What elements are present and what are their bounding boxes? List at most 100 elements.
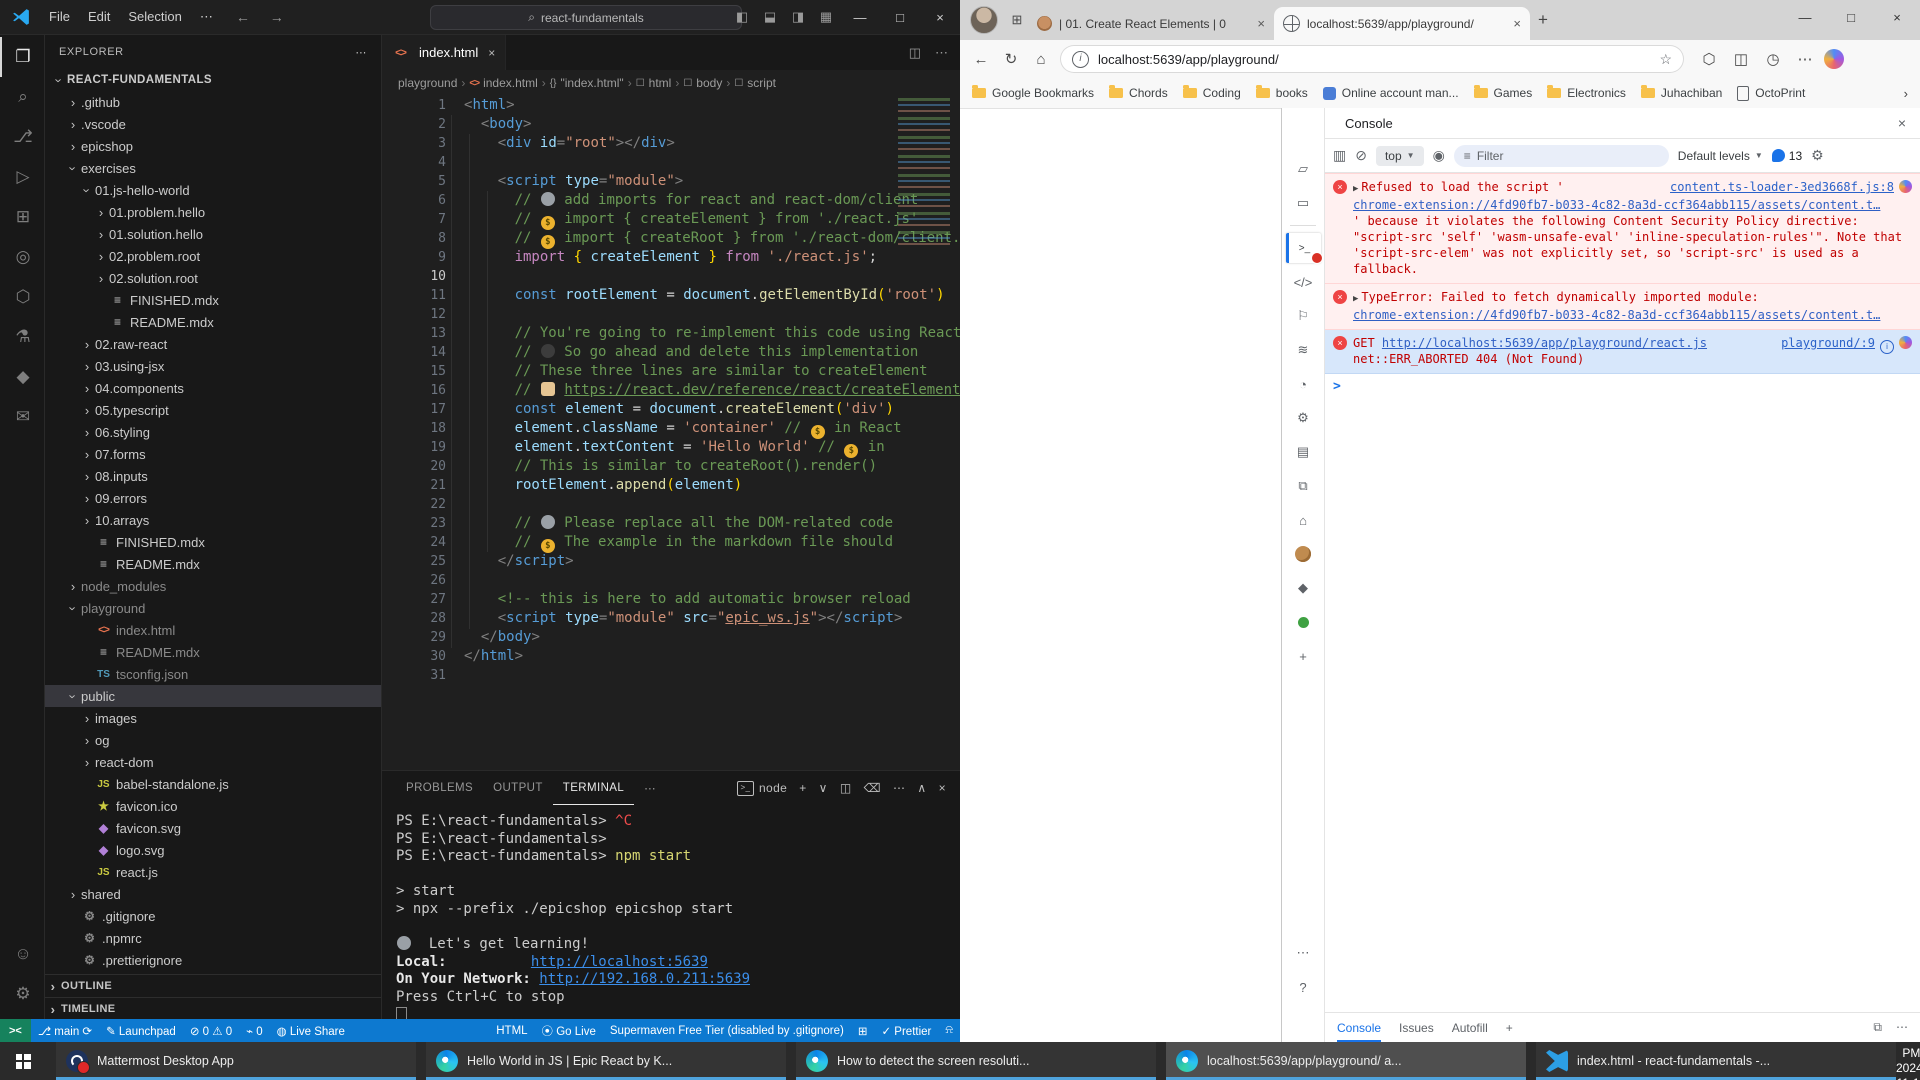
tree-item-05-typescript[interactable]: ›05.typescript xyxy=(45,399,381,421)
debugger-icon[interactable]: ⚐ xyxy=(1287,301,1319,331)
prettier-status[interactable]: ✓ Prettier xyxy=(874,1024,938,1038)
tree-item-readme-mdx[interactable]: ≡README.mdx xyxy=(45,311,381,333)
bookmark-chords[interactable]: Chords xyxy=(1109,86,1168,101)
tree-item-10-arrays[interactable]: ›10.arrays xyxy=(45,509,381,531)
tree-item-og[interactable]: ›og xyxy=(45,729,381,751)
address-bar[interactable]: i localhost:5639/app/playground/ ☆ xyxy=(1060,45,1684,73)
breadcrumb-body[interactable]: body xyxy=(696,76,722,90)
taskbar-button-localhost-5639-app-playground-a[interactable]: localhost:5639/app/playground/ a... xyxy=(1166,1042,1526,1080)
console-sidebar-icon[interactable]: ▥ xyxy=(1333,147,1346,164)
bookmark-online-account-man[interactable]: Online account man... xyxy=(1323,86,1459,101)
taskbar-clock[interactable]: 2:02 PM 2024-11-14 xyxy=(1896,1031,1920,1080)
maximize-button[interactable]: □ xyxy=(880,0,920,34)
message-link[interactable]: chrome-extension://4fd90fb7-b033-4c82-8a… xyxy=(1353,198,1880,212)
tree-item-02-solution-root[interactable]: ›02.solution.root xyxy=(45,267,381,289)
bookmark-google-bookmarks[interactable]: Google Bookmarks xyxy=(972,86,1094,101)
language-mode[interactable]: HTML xyxy=(489,1025,534,1037)
tree-item-react-fundamentals[interactable]: ›REACT-FUNDAMENTALS xyxy=(45,69,381,91)
new-terminal-icon[interactable]: + xyxy=(799,781,806,795)
close-panel-icon[interactable]: × xyxy=(939,781,946,795)
copilot-explain-icon[interactable] xyxy=(1899,336,1912,349)
bookmark-books[interactable]: books xyxy=(1256,86,1308,101)
kill-terminal-icon[interactable]: ⌫ xyxy=(864,781,881,795)
testing-icon[interactable]: ⚗ xyxy=(0,317,44,357)
console-filter-input[interactable]: ≡ Filter xyxy=(1454,145,1669,167)
tree-item-favicon-ico[interactable]: ★favicon.ico xyxy=(45,795,381,817)
console-message-2[interactable]: ×▶TypeError: Failed to fetch dynamically… xyxy=(1325,284,1920,330)
editor-more-icon[interactable]: ⋯ xyxy=(935,45,948,61)
settings-icon[interactable]: ⚙ xyxy=(1287,403,1319,433)
terminal-output[interactable]: PS E:\react-fundamentals> ^CPS E:\react-… xyxy=(382,805,960,1020)
tree-item-favicon-svg[interactable]: ◆favicon.svg xyxy=(45,817,381,839)
tree-item-01-js-hello-world[interactable]: ›01.js-hello-world xyxy=(45,179,381,201)
history-icon[interactable]: ◷ xyxy=(1758,50,1788,68)
bookmark-games[interactable]: Games xyxy=(1474,86,1533,101)
address-url[interactable]: localhost:5639/app/playground/ xyxy=(1098,52,1659,67)
toggle-sidebar-icon[interactable]: ⬓ xyxy=(756,9,784,25)
browser-tab-01-create-react-elements-0[interactable]: | 01. Create React Elements | 0× xyxy=(1028,7,1274,40)
bookmark-electronics[interactable]: Electronics xyxy=(1547,86,1626,101)
tree-item-images[interactable]: ›images xyxy=(45,707,381,729)
issues-counter[interactable]: 13 xyxy=(1772,149,1802,163)
command-center-search[interactable]: ⌕ react-fundamentals xyxy=(430,5,742,30)
split-editor-icon[interactable]: ◫ xyxy=(909,45,921,61)
tree-item-06-styling[interactable]: ›06.styling xyxy=(45,421,381,443)
clear-console-icon[interactable]: ⊘ xyxy=(1355,147,1367,164)
more-menu-icon[interactable]: ⋯ xyxy=(1790,50,1820,68)
extension-icon[interactable]: ◆ xyxy=(1287,573,1319,603)
tree-item-02-problem-root[interactable]: ›02.problem.root xyxy=(45,245,381,267)
go-live-status[interactable]: ⦿ Go Live xyxy=(535,1023,603,1039)
tree-item-react-js[interactable]: JSreact.js xyxy=(45,861,381,883)
console-panel-icon[interactable]: >_ xyxy=(1286,233,1321,263)
console-message-3[interactable]: ×playground/:9iGET http://localhost:5639… xyxy=(1325,330,1920,374)
tree-item-01-solution-hello[interactable]: ›01.solution.hello xyxy=(45,223,381,245)
panel-tab-output[interactable]: OUTPUT xyxy=(483,771,553,805)
bookmark-juhachiban[interactable]: Juhachiban xyxy=(1641,86,1722,101)
epicshop-icon[interactable]: ◆ xyxy=(0,357,44,397)
menu-[interactable]: ⋯ xyxy=(191,9,222,25)
taskbar-button-index-html-react-fundamentals[interactable]: index.html - react-fundamentals -... xyxy=(1536,1042,1896,1080)
devtools-close-icon[interactable]: × xyxy=(1898,115,1906,131)
tree-item-epicshop[interactable]: ›epicshop xyxy=(45,135,381,157)
tree-item-readme-mdx[interactable]: ≡README.mdx xyxy=(45,553,381,575)
log-levels-selector[interactable]: Default levels ▼ xyxy=(1678,149,1763,163)
source-link[interactable]: content.ts-loader-3ed3668f.js:8 xyxy=(1670,179,1912,195)
layers-icon[interactable]: ⧉ xyxy=(1287,471,1319,501)
site-info-icon[interactable]: i xyxy=(1072,51,1089,68)
performance-panel-icon[interactable]: ◔ xyxy=(1287,369,1319,399)
network-pan el-icon[interactable]: ≋ xyxy=(1287,335,1319,365)
search-icon[interactable]: ⌕ xyxy=(0,77,44,117)
customize-layout-icon[interactable]: ▦ xyxy=(812,9,840,25)
start-button[interactable] xyxy=(0,1042,46,1080)
expand-triangle-icon[interactable]: ▶ xyxy=(1353,184,1358,194)
source-link[interactable]: playground/:9i xyxy=(1781,335,1912,354)
account-icon[interactable]: ☺ xyxy=(0,934,44,974)
tree-item-gitignore[interactable]: ⚙.gitignore xyxy=(45,905,381,927)
tree-item-04-components[interactable]: ›04.components xyxy=(45,377,381,399)
console-prompt[interactable]: > xyxy=(1325,374,1920,400)
problems-status[interactable]: ⊘ 0 ⚠ 0 xyxy=(183,1024,239,1038)
tree-item-shared[interactable]: ›shared xyxy=(45,883,381,905)
tree-item-react-dom[interactable]: ›react-dom xyxy=(45,751,381,773)
console-settings-icon[interactable]: ⚙ xyxy=(1811,147,1824,164)
tree-item-03-using-jsx[interactable]: ›03.using-jsx xyxy=(45,355,381,377)
minimize-button[interactable]: — xyxy=(840,0,880,34)
minimize-button[interactable]: — xyxy=(1782,0,1828,34)
copilot-explain-icon[interactable] xyxy=(1899,180,1912,193)
tree-item-finished-mdx[interactable]: ≡FINISHED.mdx xyxy=(45,531,381,553)
tree-item-playground[interactable]: ›playground xyxy=(45,597,381,619)
history-nav-arrows[interactable]: ← → xyxy=(236,9,292,25)
console-message-1[interactable]: ×content.ts-loader-3ed3668f.js:8▶Refused… xyxy=(1325,173,1920,284)
message-link[interactable]: chrome-extension://4fd90fb7-b033-4c82-8a… xyxy=(1353,308,1880,322)
bookmark-coding[interactable]: Coding xyxy=(1183,86,1241,101)
taskbar-button-mattermost-desktop-app[interactable]: Mattermost Desktop App xyxy=(56,1042,416,1080)
tree-item-09-errors[interactable]: ›09.errors xyxy=(45,487,381,509)
launchpad-status[interactable]: ✎ Launchpad xyxy=(99,1024,183,1038)
back-button[interactable]: ← xyxy=(966,51,996,68)
help-icon[interactable]: ? xyxy=(1287,972,1319,1002)
timeline-section[interactable]: › TIMELINE xyxy=(45,997,381,1020)
refresh-button[interactable]: ↻ xyxy=(996,50,1026,68)
tree-item-02-raw-react[interactable]: ›02.raw-react xyxy=(45,333,381,355)
tree-item-babel-standalone-js[interactable]: JSbabel-standalone.js xyxy=(45,773,381,795)
breadcrumb-script[interactable]: script xyxy=(747,76,776,90)
